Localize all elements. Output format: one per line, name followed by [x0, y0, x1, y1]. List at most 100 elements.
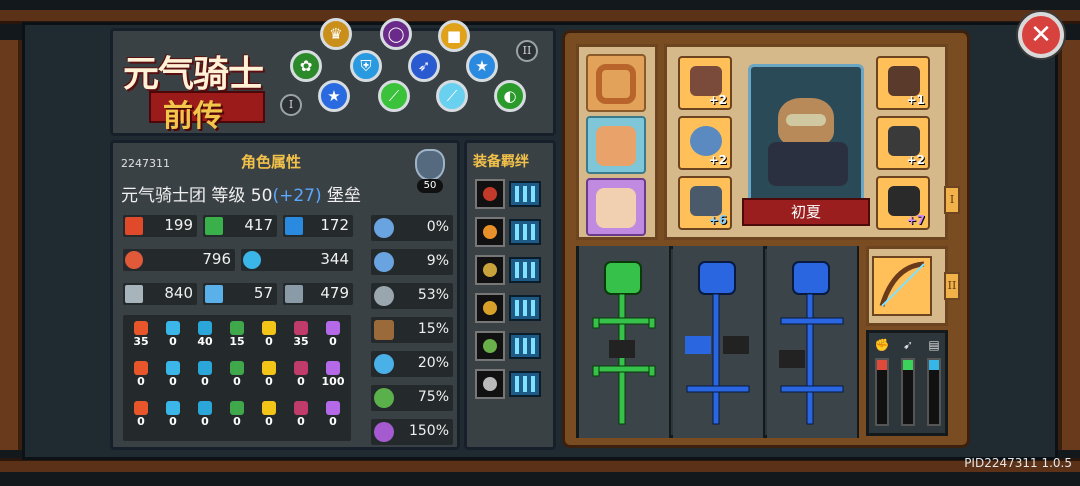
element-cell: 35: [287, 321, 315, 349]
skill-tier-2-marker[interactable]: II: [516, 40, 538, 62]
close-button[interactable]: ✕: [1018, 12, 1064, 58]
element-cell: 0: [287, 361, 315, 389]
ice-slash-skill-icon[interactable]: ⟋: [436, 80, 468, 112]
element-icon: [326, 401, 340, 415]
bar-fill: [929, 360, 939, 370]
element-cell: 100: [319, 361, 347, 389]
element-value: 0: [329, 335, 337, 348]
blue-star-skill-icon[interactable]: ★: [466, 50, 498, 82]
wood-frame-right: [1058, 40, 1080, 450]
bond-gauge: [509, 295, 541, 321]
stat-staff: 57: [203, 283, 277, 305]
character-slot-2[interactable]: [586, 116, 646, 174]
stat-value: 796: [202, 250, 231, 268]
element-value: 0: [265, 415, 273, 428]
boot-icon: [374, 320, 394, 340]
gold-crown-skill-icon[interactable]: ♛: [320, 18, 352, 50]
gear-level: +7: [906, 213, 925, 227]
gear-slot-left-2[interactable]: +2: [678, 116, 732, 170]
bolt-icon: [205, 217, 223, 235]
weapon-slot[interactable]: [872, 256, 932, 316]
bond-row[interactable]: [475, 217, 545, 247]
green-crescent-skill-icon[interactable]: ◐: [494, 80, 526, 112]
bond-row[interactable]: [475, 179, 545, 209]
weapon-tab-marker[interactable]: II: [944, 272, 960, 300]
character-slot-1[interactable]: [586, 54, 646, 112]
purple-ring-skill-icon[interactable]: ◯: [380, 18, 412, 50]
gauntlet-icon: [888, 186, 920, 216]
game-screen: 元气骑士 前传 I II ♛ ◯ ■ ✿ ⛨ ➶ ★ ★ ⟋ ⟋ ◐ 22473…: [0, 0, 1080, 486]
stat-sword: 840: [123, 283, 197, 305]
gear-slot-left-3[interactable]: +6: [678, 176, 732, 230]
gear-level: +2: [708, 153, 727, 167]
beast-helmet-icon: [888, 66, 920, 96]
stat-value: 344: [320, 250, 349, 268]
character-slot-3[interactable]: [586, 178, 646, 236]
element-value: 0: [329, 415, 337, 428]
element-cell: 0: [159, 321, 187, 349]
boxing-glove-icon: [690, 66, 722, 96]
element-cell: 0: [255, 361, 283, 389]
bond-row[interactable]: [475, 369, 545, 399]
gear-slot-left-1[interactable]: +2: [678, 56, 732, 110]
bullet-icon: [475, 255, 505, 285]
ring-icon: [690, 126, 722, 156]
gear-tab-marker[interactable]: I: [944, 186, 960, 214]
talent-tree-crossbow[interactable]: [579, 246, 671, 438]
gold-cube-skill-icon[interactable]: ■: [438, 20, 470, 52]
element-value: 0: [201, 375, 209, 388]
gear-slot-right-3[interactable]: +7: [876, 176, 930, 230]
fire-ring-icon: [475, 179, 505, 209]
skill-tier-1-marker[interactable]: I: [280, 94, 302, 116]
fist-icon: ✊: [874, 338, 890, 352]
bond-row[interactable]: [475, 255, 545, 285]
element-cell: 0: [319, 321, 347, 349]
percent-stat-crit: 75%: [371, 385, 453, 411]
element-icon: [166, 361, 180, 375]
logo-subtitle: 前传: [163, 99, 223, 134]
locked-node: [779, 350, 805, 368]
green-turtle-skill-icon[interactable]: ✿: [290, 50, 322, 82]
element-cell: 15: [223, 321, 251, 349]
element-cell: 40: [191, 321, 219, 349]
equipment-bond-panel: 装备羁绊: [464, 140, 556, 450]
element-cell: 0: [255, 401, 283, 429]
version-label: PID2247311 1.0.5: [964, 456, 1072, 470]
bond-row[interactable]: [475, 293, 545, 323]
gear-slot-right-1[interactable]: +1: [876, 56, 930, 110]
engineer-character-icon: [596, 126, 636, 166]
percent-value: 9%: [426, 253, 449, 269]
element-icon: [294, 361, 308, 375]
stat-fist: 199: [123, 215, 197, 237]
element-icon: [166, 401, 180, 415]
blue-shield-skill-icon[interactable]: ⛨: [350, 50, 382, 82]
element-icon: [262, 321, 276, 335]
crossed-swords-icon: [374, 286, 394, 306]
element-icon: [198, 321, 212, 335]
element-cell: 0: [255, 321, 283, 349]
blue-bow-skill-icon[interactable]: ➶: [408, 50, 440, 82]
locked-node: [723, 336, 749, 354]
element-cell: 0: [191, 361, 219, 389]
element-icon: [134, 401, 148, 415]
gear-slot-right-2[interactable]: +2: [876, 116, 930, 170]
element-cell: 0: [223, 401, 251, 429]
flame-bomb-icon: [475, 217, 505, 247]
sword-icon: [125, 285, 143, 303]
element-value: 0: [265, 375, 273, 388]
bond-row[interactable]: [475, 331, 545, 361]
logo-title: 元气骑士: [123, 54, 264, 95]
crit-icon: [374, 388, 394, 408]
element-resistance-grid: 35 0 40 15 0 35 0 0 0 0 0 0 0 100 0 0 0 0 0 0 0: [123, 315, 351, 441]
blue-star-skill-2-icon[interactable]: ★: [318, 80, 350, 112]
bar-fill: [877, 360, 887, 370]
percent-value: 15%: [417, 321, 449, 337]
talent-tree-shield[interactable]: [767, 246, 859, 438]
stat-bolt: 417: [203, 215, 277, 237]
talent-tree-tower[interactable]: [673, 246, 765, 438]
green-slash-skill-icon[interactable]: ⟋: [378, 80, 410, 112]
knowledge-bar: [927, 358, 941, 426]
element-icon: [230, 321, 244, 335]
element-value: 0: [297, 375, 305, 388]
element-value: 0: [201, 415, 209, 428]
